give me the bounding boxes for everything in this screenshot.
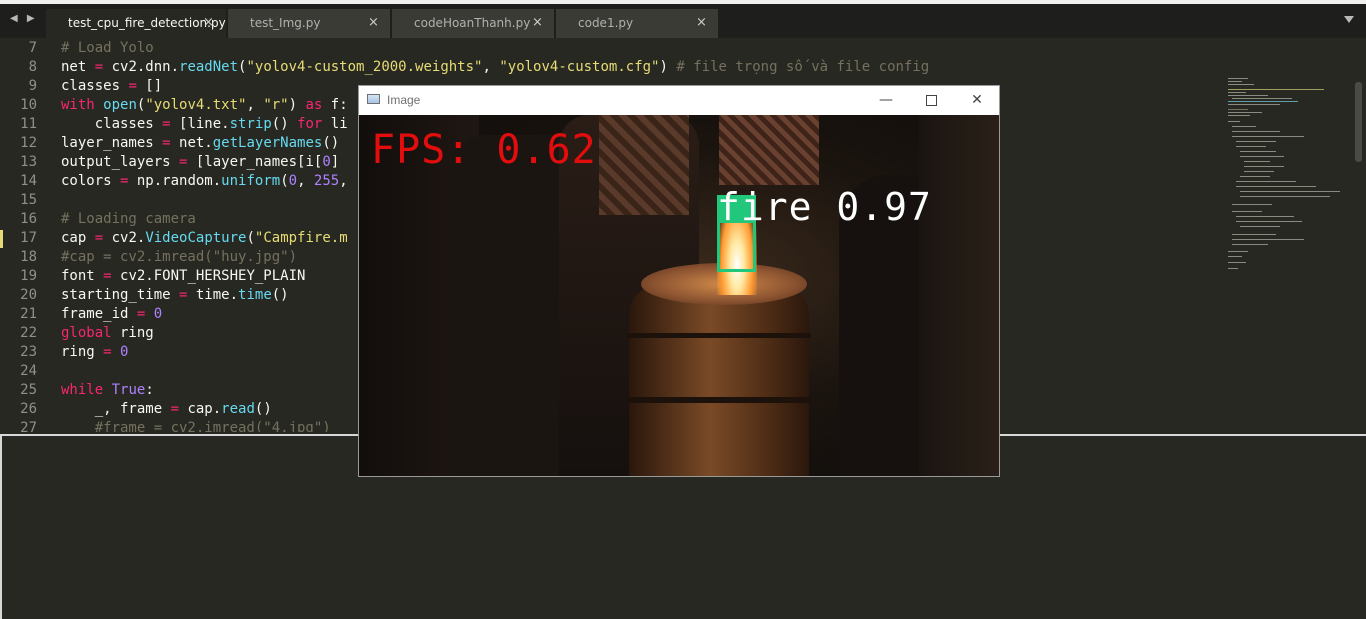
line-number: 19 xyxy=(20,268,37,284)
tab-close-icon[interactable]: × xyxy=(532,9,543,37)
tab-code1[interactable]: code1.py × xyxy=(556,9,718,38)
code-text: classes = [] xyxy=(61,78,163,94)
line-number: 21 xyxy=(20,306,37,322)
line-number: 20 xyxy=(20,287,37,303)
code-line: 7 # Load Yolo xyxy=(0,39,1366,58)
close-button[interactable]: ✕ xyxy=(966,90,988,110)
line-number: 14 xyxy=(20,173,37,189)
tab-close-icon[interactable]: × xyxy=(368,9,379,37)
code-text: classes = [line.strip() for li xyxy=(61,116,348,132)
barrel-hoop xyxy=(627,333,811,338)
tab-bar: ◀ ▶ test_cpu_fire_detection.py × test_Im… xyxy=(0,4,1366,38)
detection-label: fire 0.97 xyxy=(717,185,932,229)
line-number: 22 xyxy=(20,325,37,341)
code-text: starting_time = time.time() xyxy=(61,287,289,303)
tab-nav-arrows[interactable]: ◀ ▶ xyxy=(10,13,38,24)
code-text: while True: xyxy=(61,382,154,398)
maximize-icon xyxy=(926,95,937,106)
tab-close-icon[interactable]: × xyxy=(203,9,214,37)
line-number: 26 xyxy=(20,401,37,417)
code-text: colors = np.random.uniform(0, 255, xyxy=(61,173,348,189)
code-text: with open("yolov4.txt", "r") as f: xyxy=(61,97,348,113)
vertical-scrollbar[interactable] xyxy=(1355,82,1362,162)
code-text: font = cv2.FONT_HERSHEY_PLAIN xyxy=(61,268,306,284)
line-number: 10 xyxy=(20,97,37,113)
image-window[interactable]: Image — ✕ FPS: 0.62 fire 0.97 xyxy=(358,85,1000,477)
fps-counter: FPS: 0.62 xyxy=(371,127,597,173)
tab-label: codeHoanThanh.py xyxy=(414,16,531,30)
checkered-shirt xyxy=(599,115,689,215)
line-number: 8 xyxy=(28,59,37,75)
code-text: cap = cv2.VideoCapture("Campfire.m xyxy=(61,230,348,246)
line-number: 18 xyxy=(20,249,37,265)
line-number: 12 xyxy=(20,135,37,151)
minimize-button[interactable]: — xyxy=(875,90,897,110)
code-text: # Load Yolo xyxy=(61,40,154,56)
wooden-barrel xyxy=(629,285,809,476)
line-number: 11 xyxy=(20,116,37,132)
code-text: _, frame = cap.read() xyxy=(61,401,272,417)
code-text: frame_id = 0 xyxy=(61,306,163,322)
line-number: 17 xyxy=(20,230,37,246)
code-text: ring = 0 xyxy=(61,344,129,360)
line-number: 23 xyxy=(20,344,37,360)
code-text: #cap = cv2.imread("huy.jpg") xyxy=(61,249,298,265)
maximize-button[interactable] xyxy=(920,90,942,110)
video-frame: FPS: 0.62 fire 0.97 xyxy=(359,115,999,476)
code-text: layer_names = net.getLayerNames() xyxy=(61,135,340,151)
line-number: 9 xyxy=(28,78,37,94)
barrel-hoop xyxy=(627,397,811,403)
chevron-down-icon[interactable] xyxy=(1344,16,1354,23)
image-window-titlebar[interactable]: Image — ✕ xyxy=(359,86,999,115)
tab-test-cpu-fire-detection[interactable]: test_cpu_fire_detection.py × xyxy=(46,9,226,38)
tab-close-icon[interactable]: × xyxy=(696,9,707,37)
tab-test-img[interactable]: test_Img.py × xyxy=(228,9,390,38)
line-number: 24 xyxy=(20,363,37,379)
tab-label: code1.py xyxy=(578,16,634,30)
code-text: global ring xyxy=(61,325,154,341)
code-text: # Loading camera xyxy=(61,211,196,227)
line-number: 7 xyxy=(28,40,37,56)
line-number: 16 xyxy=(20,211,37,227)
tab-code-hoan-thanh[interactable]: codeHoanThanh.py × xyxy=(392,9,554,38)
line-number: 25 xyxy=(20,382,37,398)
tab-label: test_Img.py xyxy=(250,16,321,30)
code-line: 8 net = cv2.dnn.readNet("yolov4-custom_20… xyxy=(0,58,1366,77)
line-number: 15 xyxy=(20,192,37,208)
image-window-title: Image xyxy=(387,93,421,107)
code-text: output_layers = [layer_names[i[0] xyxy=(61,154,340,170)
person-silhouette xyxy=(919,115,999,476)
checkered-shirt xyxy=(719,115,819,185)
line-number: 27 xyxy=(20,420,37,432)
line-number: 13 xyxy=(20,154,37,170)
window-app-icon xyxy=(367,94,380,104)
code-text: net = cv2.dnn.readNet("yolov4-custom_200… xyxy=(61,59,930,75)
minimap[interactable] xyxy=(1226,76,1356,276)
code-text: #frame = cv2.imread("4.jpg") xyxy=(94,420,331,432)
